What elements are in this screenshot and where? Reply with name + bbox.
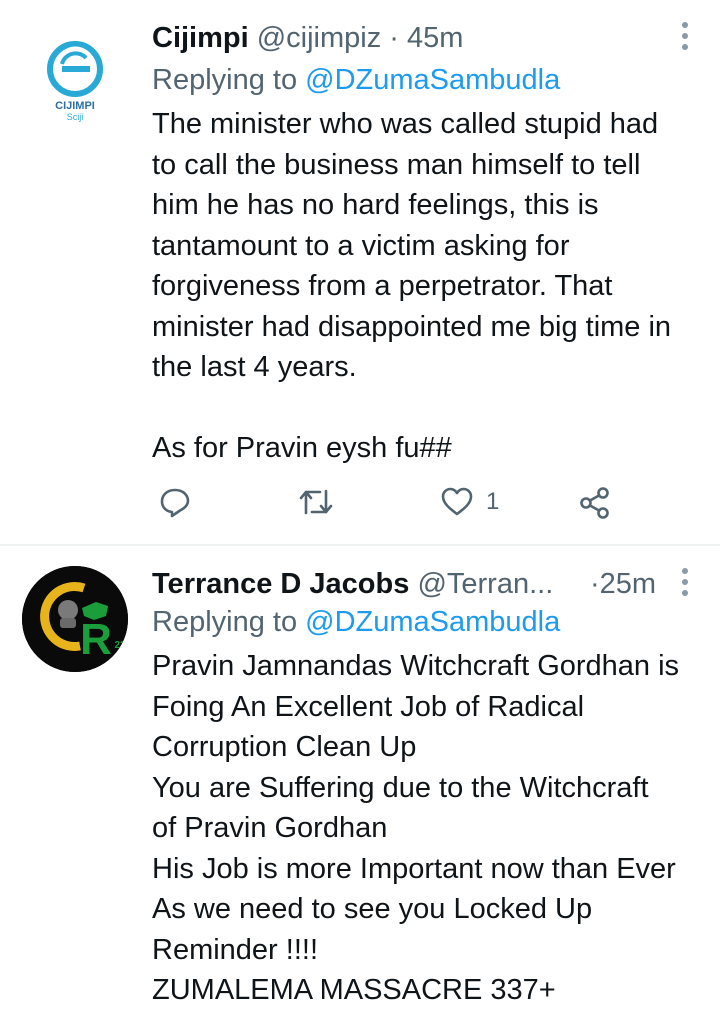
reply-icon [160, 488, 190, 518]
svg-text:CIJIMPI: CIJIMPI [55, 100, 95, 112]
tweet-header: Cijimpi @cijimpiz · 45m [152, 18, 463, 58]
svg-text:22: 22 [114, 640, 126, 651]
like-count: 1 [486, 488, 500, 515]
avatar[interactable]: CIJIMPI Sciji [22, 22, 128, 128]
user-handle[interactable]: @Terran... [417, 568, 553, 600]
share-icon [580, 487, 609, 519]
timestamp[interactable]: 45m [407, 22, 463, 54]
tweet-cijimpi[interactable]: CIJIMPI Sciji Cijimpi @cijimpiz · 45m Re… [0, 0, 720, 545]
replying-to-link[interactable]: @DZumaSambudla [305, 64, 560, 96]
user-handle[interactable]: @cijimpiz [257, 22, 382, 54]
tweet-text: The minister who was called stupid had t… [152, 108, 672, 464]
display-name[interactable]: Cijimpi [152, 22, 249, 54]
tweet-text: Pravin Jamnandas Witchcraft Gordhan is F… [152, 650, 680, 1006]
tweet-header: Terrance D Jacobs @Terran... [152, 564, 553, 604]
share-button[interactable] [578, 482, 612, 522]
display-name[interactable]: Terrance D Jacobs [152, 568, 409, 600]
replying-to: Replying to @DZumaSambudla [152, 602, 560, 642]
terrance-avatar-logo: R 22 [22, 566, 128, 672]
svg-text:R: R [80, 615, 112, 664]
retweet-button[interactable] [298, 482, 334, 522]
replying-to-link[interactable]: @DZumaSambudla [305, 606, 560, 638]
avatar[interactable]: R 22 [22, 566, 128, 672]
tweet-actions: 1 [152, 482, 672, 522]
replying-prefix: Replying to [152, 64, 298, 96]
timestamp[interactable]: 25m [600, 568, 656, 600]
cijimpi-logo: CIJIMPI Sciji [22, 22, 128, 128]
more-options-icon[interactable] [680, 568, 690, 602]
more-options-icon[interactable] [680, 22, 690, 56]
like-icon [441, 487, 473, 516]
separator-dot: · [389, 22, 399, 54]
tweet-terrance[interactable]: R 22 Terrance D Jacobs @Terran... ·25m R… [0, 546, 720, 1006]
retweet-icon [299, 489, 333, 515]
reply-button[interactable] [158, 482, 192, 522]
tweet-time: ·25m [590, 564, 656, 604]
like-button[interactable]: 1 [440, 482, 499, 522]
replying-prefix: Replying to [152, 606, 298, 638]
svg-text:Sciji: Sciji [67, 112, 84, 122]
replying-to: Replying to @DZumaSambudla [152, 60, 560, 100]
separator-dot: · [590, 568, 600, 600]
